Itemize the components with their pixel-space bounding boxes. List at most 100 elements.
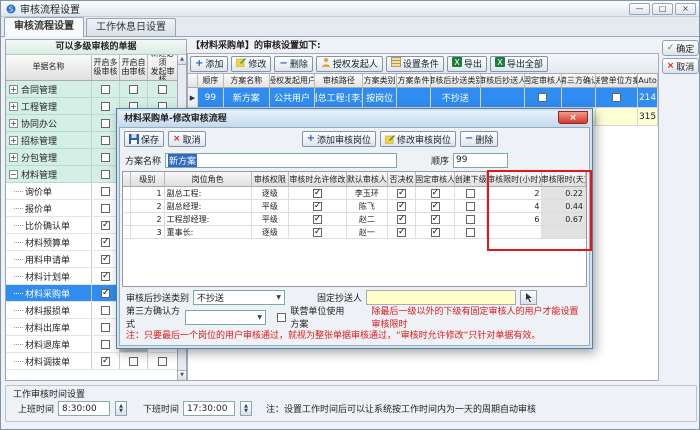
scheme-row[interactable]: ▶99新方案公共用户副总工程:[李玉按岗位不抄送214 bbox=[188, 88, 658, 108]
checkbox[interactable] bbox=[466, 215, 475, 224]
audit-post-row[interactable]: 1副总工程:逐级李玉环20.22 bbox=[123, 187, 586, 200]
add-audit-post-button[interactable]: + 添加审核岗位 bbox=[302, 131, 376, 147]
grid-cell: 6 bbox=[487, 213, 542, 226]
confirm-button[interactable]: ✓ 确定 bbox=[662, 40, 699, 56]
checkbox[interactable] bbox=[101, 272, 110, 281]
end-time-spinner[interactable]: ▲▼ bbox=[240, 401, 252, 416]
checkbox[interactable] bbox=[313, 228, 322, 237]
tree-row[interactable]: +合同管理 bbox=[6, 81, 178, 98]
checkbox[interactable] bbox=[101, 153, 110, 162]
export-all-button[interactable]: X导出全部 bbox=[490, 56, 548, 72]
tree-row[interactable]: 材料调拨单 bbox=[6, 353, 178, 370]
cc-type-select[interactable]: 不抄送▼ bbox=[193, 290, 285, 305]
add-button[interactable]: +添加 bbox=[190, 56, 228, 72]
dialog-cancel-button[interactable]: × 取消 bbox=[168, 131, 206, 147]
checkbox[interactable] bbox=[397, 215, 406, 224]
expand-icon[interactable]: + bbox=[9, 85, 18, 94]
checkbox[interactable] bbox=[431, 228, 440, 237]
scroll-down-icon[interactable]: ▼ bbox=[178, 370, 186, 380]
checkbox[interactable] bbox=[431, 215, 440, 224]
export-button[interactable]: X导出 bbox=[447, 56, 487, 72]
tree-row-label: 材料调拨单 bbox=[25, 355, 70, 368]
spin-down-icon[interactable]: ▼ bbox=[244, 409, 248, 414]
close-button[interactable]: × bbox=[675, 3, 696, 15]
checkbox[interactable] bbox=[158, 357, 167, 366]
tree-row-label-cell: −材料管理 bbox=[6, 166, 92, 182]
maximize-button[interactable]: □ bbox=[652, 3, 673, 15]
minimize-button[interactable]: — bbox=[629, 3, 650, 15]
joint-unit-checkbox[interactable] bbox=[277, 313, 286, 322]
minus-icon: − bbox=[465, 134, 473, 144]
checkbox[interactable] bbox=[101, 102, 110, 111]
scroll-up-icon[interactable]: ▲ bbox=[178, 55, 186, 65]
third-party-select[interactable]: ▼ bbox=[185, 310, 266, 325]
checkbox[interactable] bbox=[101, 170, 110, 179]
dialog-close-button[interactable]: × bbox=[558, 111, 588, 124]
checkbox[interactable] bbox=[397, 202, 406, 211]
checkbox[interactable] bbox=[466, 189, 475, 198]
checkbox[interactable] bbox=[101, 221, 110, 230]
scheme-cell: 按岗位 bbox=[363, 88, 397, 108]
checkbox[interactable] bbox=[101, 187, 110, 196]
spin-down-icon[interactable]: ▼ bbox=[119, 409, 123, 414]
checkbox[interactable] bbox=[101, 306, 110, 315]
modify-button[interactable]: 修改 bbox=[231, 56, 271, 72]
checkbox[interactable] bbox=[313, 189, 322, 198]
scheme-cell: 新方案 bbox=[224, 88, 270, 108]
tree-row-label: 材料管理 bbox=[21, 168, 57, 181]
grid-cell bbox=[416, 213, 456, 226]
checkbox[interactable] bbox=[397, 228, 406, 237]
checkbox[interactable] bbox=[101, 340, 110, 349]
fixed-cc-picker-button[interactable] bbox=[520, 290, 537, 305]
start-time-spinner[interactable]: ▲▼ bbox=[115, 401, 127, 416]
expand-icon[interactable]: + bbox=[9, 102, 18, 111]
checkbox[interactable] bbox=[101, 238, 110, 247]
scheme-name-input[interactable]: 新方案 bbox=[165, 153, 397, 168]
checkbox[interactable] bbox=[397, 189, 406, 198]
checkbox[interactable] bbox=[612, 93, 621, 102]
plus-icon: + bbox=[307, 134, 315, 144]
checkbox[interactable] bbox=[101, 323, 110, 332]
delete-audit-post-button[interactable]: − 删除 bbox=[460, 131, 498, 147]
edit-audit-post-button[interactable]: 修改审核岗位 bbox=[380, 131, 456, 147]
checkbox[interactable] bbox=[158, 85, 167, 94]
checkbox[interactable] bbox=[101, 85, 110, 94]
checkbox[interactable] bbox=[431, 202, 440, 211]
expand-icon[interactable]: + bbox=[9, 119, 18, 128]
order-input[interactable]: 99 bbox=[453, 153, 508, 168]
delete-button[interactable]: −删除 bbox=[274, 56, 312, 72]
checkbox[interactable] bbox=[101, 357, 110, 366]
tree-row-label-cell: 比价确认单 bbox=[6, 217, 92, 233]
checkbox[interactable] bbox=[101, 204, 110, 213]
checkbox[interactable] bbox=[313, 215, 322, 224]
fixed-cc-input[interactable] bbox=[366, 290, 516, 305]
cancel-button[interactable]: × 取消 bbox=[662, 58, 699, 74]
end-time-input[interactable]: 17:30:00 bbox=[183, 401, 235, 416]
checkbox[interactable] bbox=[466, 202, 475, 211]
x-icon: × bbox=[173, 134, 181, 144]
expand-icon[interactable]: + bbox=[9, 136, 18, 145]
checkbox[interactable] bbox=[101, 289, 110, 298]
audit-post-row[interactable]: 2副总经理:平级陈飞40.44 bbox=[123, 200, 586, 213]
audit-post-row[interactable]: 3董事长:逐级赵一 bbox=[123, 226, 586, 239]
checkbox[interactable] bbox=[129, 85, 138, 94]
set-condition-button[interactable]: 设置条件 bbox=[386, 56, 444, 72]
checkbox[interactable] bbox=[101, 119, 110, 128]
checkbox[interactable] bbox=[431, 189, 440, 198]
tree-branch-line bbox=[14, 276, 23, 277]
checkbox[interactable] bbox=[101, 136, 110, 145]
start-time-input[interactable]: 8:30:00 bbox=[58, 401, 110, 416]
authorize-initiator-button[interactable]: 授权发起人 bbox=[316, 56, 383, 72]
expand-icon[interactable]: − bbox=[9, 170, 18, 179]
expand-icon[interactable]: + bbox=[9, 153, 18, 162]
audit-post-row[interactable]: 2工程部经理:平级赵二60.67 bbox=[123, 213, 586, 226]
checkbox[interactable] bbox=[538, 93, 547, 102]
checkbox[interactable] bbox=[129, 357, 138, 366]
tab-audit-flow[interactable]: 审核流程设置 bbox=[4, 17, 84, 37]
grid-cell: 赵一 bbox=[347, 226, 389, 239]
checkbox[interactable] bbox=[313, 202, 322, 211]
tab-rest-day[interactable]: 工作休息日设置 bbox=[86, 18, 176, 36]
checkbox[interactable] bbox=[101, 255, 110, 264]
checkbox[interactable] bbox=[466, 228, 475, 237]
save-button[interactable]: 保存 bbox=[124, 131, 164, 147]
